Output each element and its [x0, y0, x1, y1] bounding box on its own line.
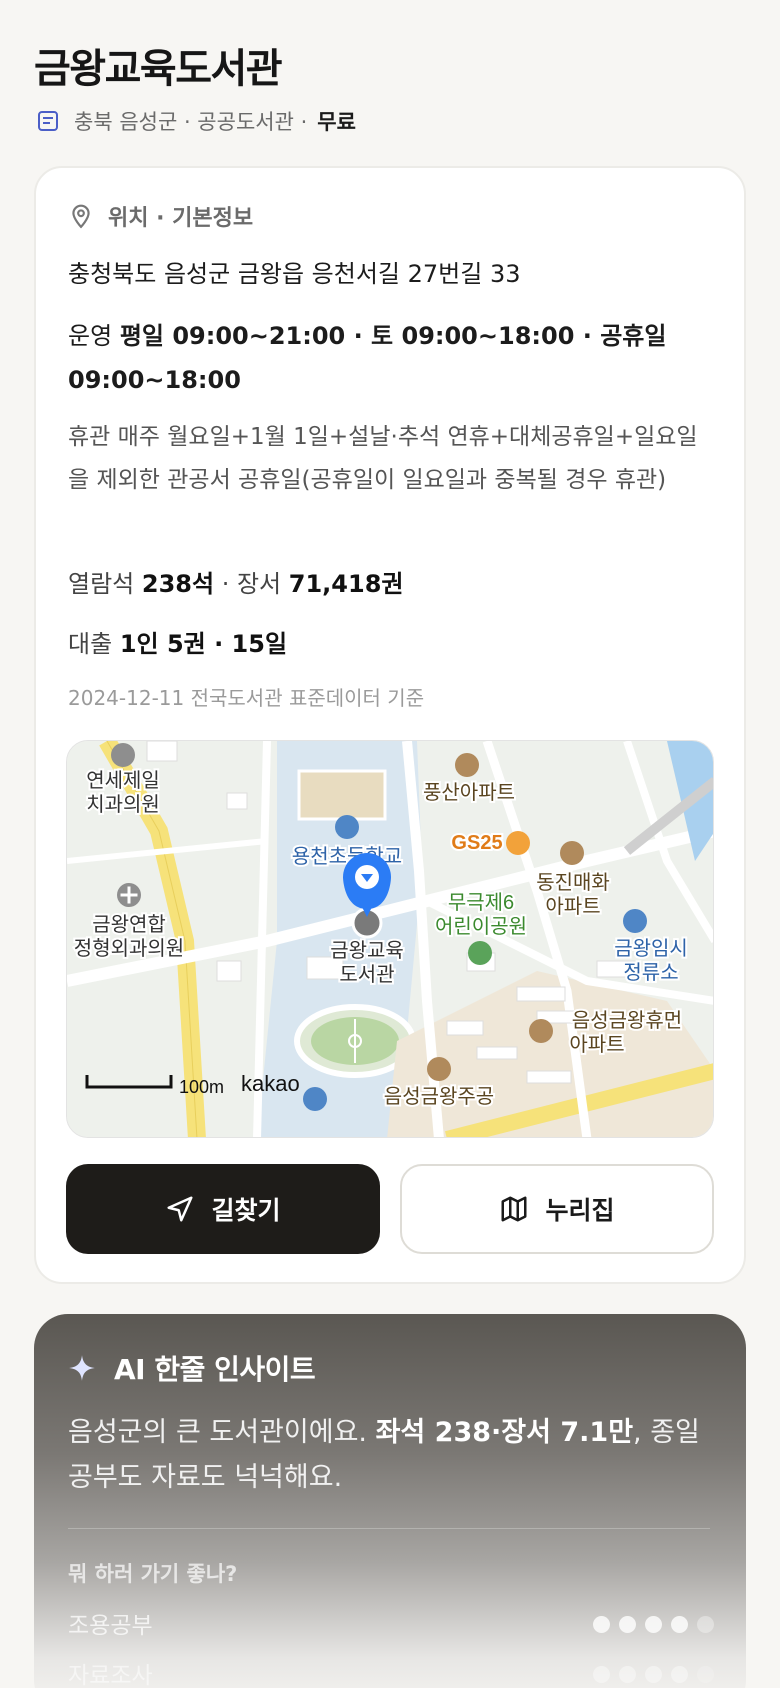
- hours-label: 운영: [68, 322, 113, 350]
- svg-text:정류소: 정류소: [623, 961, 678, 984]
- info-card: 위치 · 기본정보 충청북도 음성군 금왕읍 응천서길 27번길 33 운영 평…: [34, 166, 746, 1284]
- section-header: 위치 · 기본정보: [68, 200, 253, 232]
- loan-value: 1인 5권 · 15일: [119, 630, 288, 658]
- ai-insight-text: 음성군의 큰 도서관이에요. 좌석 238·장서 7.1만, 종일 공부도 자료…: [68, 1410, 708, 1500]
- rating-dot: [645, 1666, 662, 1683]
- rating-dot: [619, 1616, 636, 1633]
- ai-question: 뭐 하러 가기 좋나?: [68, 1562, 238, 1586]
- ai-insight-header: AI 한줄 인사이트: [68, 1348, 316, 1388]
- seats-value: 238석: [141, 570, 215, 598]
- svg-text:음성금왕휴먼: 음성금왕휴먼: [572, 1009, 682, 1032]
- map-scale-label: 100m: [179, 1077, 224, 1097]
- map-icon: [501, 1196, 527, 1222]
- address: 충청북도 음성군 금왕읍 응천서길 27번길 33: [68, 260, 521, 288]
- books-label: · 장서: [221, 570, 282, 598]
- ai-insight-card: AI 한줄 인사이트 음성군의 큰 도서관이에요. 좌석 238·장서 7.1만…: [34, 1314, 746, 1688]
- region-type-text: 충북 음성군 · 공공도서관 ·: [74, 110, 308, 134]
- activity-rating: [593, 1616, 714, 1633]
- svg-text:GS25: GS25: [451, 832, 502, 854]
- ai-text-highlight: 좌석 238·장서 7.1만: [375, 1417, 634, 1448]
- ai-insight-title: AI 한줄 인사이트: [114, 1353, 316, 1386]
- svg-text:풍산아파트: 풍산아파트: [423, 781, 515, 804]
- rating-dot: [593, 1616, 610, 1633]
- directions-label: 길찾기: [211, 1196, 281, 1225]
- svg-text:도서관: 도서관: [339, 963, 394, 986]
- page-title: 금왕교육도서관: [34, 46, 283, 92]
- loan-policy: 대출 1인 5권 · 15일: [68, 624, 287, 659]
- rating-dot: [593, 1666, 610, 1683]
- location-pin-icon: [72, 204, 90, 229]
- section-title: 위치 · 기본정보: [108, 206, 254, 231]
- divider: [68, 1528, 710, 1529]
- library-detail-page: 금왕교육도서관 충북 음성군 · 공공도서관 · 무료 위치 · 기본정보 충청…: [0, 0, 780, 1688]
- svg-text:동진매화: 동진매화: [536, 871, 610, 894]
- svg-text:연세제일: 연세제일: [86, 769, 160, 792]
- document-icon: [38, 111, 58, 131]
- directions-button[interactable]: 길찾기: [66, 1164, 380, 1254]
- books-value: 71,418권: [288, 570, 404, 598]
- activity-rating: [593, 1666, 714, 1683]
- closed-days: 휴관 매주 월요일+1월 1일+설날·추석 연휴+대체공휴일+일요일을 제외한 …: [68, 424, 698, 493]
- data-source: 2024-12-11 전국도서관 표준데이터 기준: [68, 686, 425, 710]
- opening-hours: 운영 평일 09:00~21:00 · 토 09:00~18:00 · 공휴일 …: [68, 314, 688, 402]
- rating-dot: [697, 1616, 714, 1633]
- library-meta: 충북 음성군 · 공공도서관 · 무료: [36, 106, 356, 136]
- svg-text:금왕교육: 금왕교육: [330, 939, 404, 962]
- rating-dot: [697, 1666, 714, 1683]
- svg-text:금왕연합: 금왕연합: [92, 913, 166, 936]
- ai-text-prefix: 음성군의 큰 도서관이에요.: [68, 1417, 367, 1448]
- navigation-arrow-icon: [167, 1196, 193, 1222]
- map-provider-logo: kakao: [241, 1071, 300, 1096]
- svg-text:아파트: 아파트: [569, 1033, 624, 1056]
- svg-text:음성금왕주공: 음성금왕주공: [384, 1085, 494, 1108]
- seats-label: 열람석: [68, 570, 135, 598]
- rating-dot: [671, 1616, 688, 1633]
- svg-text:정형외과의원: 정형외과의원: [74, 937, 184, 960]
- svg-text:금왕임시: 금왕임시: [614, 937, 688, 960]
- fee-badge: 무료: [317, 110, 356, 134]
- rating-dot: [671, 1666, 688, 1683]
- sparkle-icon: [69, 1355, 95, 1381]
- svg-text:치과의원: 치과의원: [86, 793, 160, 816]
- activity-item-label: 조용공부: [68, 1613, 153, 1639]
- website-button[interactable]: 누리집: [400, 1164, 714, 1254]
- loan-label: 대출: [68, 630, 113, 658]
- seat-book-stats: 열람석 238석 · 장서 71,418권: [68, 564, 403, 599]
- svg-text:무극제6: 무극제6: [448, 891, 514, 914]
- activity-item-label: 자료조사: [68, 1663, 153, 1688]
- map-canvas[interactable]: 연세제일 치과의원 풍산아파트 용천초등학교 GS25 동진매화 아파트 무극제…: [67, 741, 714, 1138]
- svg-text:어린이공원: 어린이공원: [435, 915, 527, 938]
- rating-dot: [619, 1666, 636, 1683]
- website-label: 누리집: [545, 1196, 615, 1225]
- location-map[interactable]: 연세제일 치과의원 풍산아파트 용천초등학교 GS25 동진매화 아파트 무극제…: [66, 740, 714, 1138]
- hours-value: 평일 09:00~21:00 · 토 09:00~18:00 · 공휴일 09:…: [68, 322, 667, 394]
- svg-text:아파트: 아파트: [545, 895, 600, 918]
- rating-dot: [645, 1616, 662, 1633]
